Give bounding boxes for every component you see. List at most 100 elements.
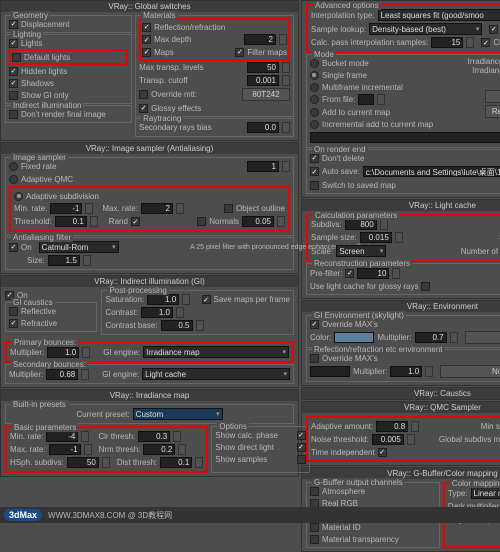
spinner[interactable] bbox=[392, 268, 400, 279]
spinner[interactable] bbox=[466, 37, 474, 48]
aafilter-select[interactable]: Catmull-Rom bbox=[39, 241, 119, 253]
aasize-num[interactable]: 1.5 bbox=[48, 255, 80, 266]
spinner[interactable] bbox=[282, 161, 290, 172]
objoutline-cb[interactable] bbox=[224, 204, 233, 213]
dontdel-cb[interactable] bbox=[310, 154, 319, 163]
spinner[interactable] bbox=[176, 307, 184, 318]
preset-select[interactable]: Custom bbox=[133, 408, 223, 420]
spinner[interactable] bbox=[81, 369, 89, 380]
maxtransp-num[interactable]: 50 bbox=[247, 62, 279, 73]
irr-dt[interactable]: 0.1 bbox=[160, 457, 192, 468]
secondary-gi-select[interactable]: Light cache bbox=[142, 368, 290, 380]
autosave-cb[interactable] bbox=[310, 167, 319, 176]
maps-cb[interactable] bbox=[142, 48, 151, 57]
con-num[interactable]: 1.0 bbox=[141, 307, 173, 318]
interp-select[interactable]: Least squares fit (good/smoo bbox=[378, 9, 500, 21]
maxdepth-cb[interactable] bbox=[142, 35, 151, 44]
spinner[interactable] bbox=[82, 347, 90, 358]
spinner[interactable] bbox=[196, 320, 204, 331]
spinner[interactable] bbox=[83, 255, 91, 266]
ovmax2-cb[interactable] bbox=[310, 354, 319, 363]
fixed-radio[interactable] bbox=[9, 162, 18, 171]
atm-cb[interactable] bbox=[310, 487, 319, 496]
smult-num[interactable]: 0.68 bbox=[46, 369, 78, 380]
env-mult2[interactable]: 1.0 bbox=[390, 366, 422, 377]
mid-cb[interactable] bbox=[310, 523, 319, 532]
scale-select[interactable]: Screen bbox=[336, 245, 386, 257]
multi-radio[interactable] bbox=[310, 83, 319, 92]
default-lights-cb[interactable] bbox=[12, 53, 21, 62]
minrate-num[interactable]: -1 bbox=[50, 203, 82, 214]
spinner[interactable] bbox=[282, 75, 290, 86]
spinner[interactable] bbox=[407, 434, 415, 445]
spinner[interactable] bbox=[102, 457, 110, 468]
spinner[interactable] bbox=[81, 431, 89, 442]
file-input[interactable] bbox=[310, 132, 500, 143]
fromfile-radio[interactable] bbox=[310, 95, 319, 104]
reflrefr-cb[interactable] bbox=[142, 23, 151, 32]
reflective-cb[interactable] bbox=[9, 307, 18, 316]
filtmaps-cb[interactable] bbox=[235, 48, 244, 57]
spinner[interactable] bbox=[277, 216, 285, 227]
lc-pf[interactable]: 10 bbox=[357, 268, 389, 279]
checksamp-cb[interactable] bbox=[481, 38, 490, 47]
cb-num[interactable]: 0.5 bbox=[161, 320, 193, 331]
mt-cb[interactable] bbox=[310, 535, 319, 544]
spinner[interactable] bbox=[282, 62, 290, 73]
lc-sub[interactable]: 800 bbox=[345, 219, 377, 230]
lights-cb[interactable] bbox=[9, 39, 18, 48]
incadd-radio[interactable] bbox=[310, 120, 319, 129]
glossy-cb[interactable] bbox=[139, 104, 148, 113]
cps-num[interactable]: 15 bbox=[431, 37, 463, 48]
savemaps-cb[interactable] bbox=[202, 295, 211, 304]
spinner[interactable] bbox=[395, 232, 403, 243]
hidden-lights-cb[interactable] bbox=[9, 67, 18, 76]
tc-num[interactable]: 0.001 bbox=[247, 75, 279, 86]
spinner[interactable] bbox=[176, 203, 184, 214]
maxdepth-num[interactable]: 2 bbox=[244, 34, 276, 45]
spinner[interactable] bbox=[173, 431, 181, 442]
spinner[interactable] bbox=[182, 294, 190, 305]
maxrate-num[interactable]: 2 bbox=[141, 203, 173, 214]
spinner[interactable] bbox=[282, 122, 290, 133]
lc-ss[interactable]: 0.015 bbox=[360, 232, 392, 243]
secbias-num[interactable]: 0.0 bbox=[247, 122, 279, 133]
dontrender-cb[interactable] bbox=[9, 110, 18, 119]
lookup-select[interactable]: Density-based (best) bbox=[369, 23, 482, 35]
cmtype-select[interactable]: Linear multiply bbox=[471, 487, 500, 499]
reset-btn[interactable]: Reset irradiance map bbox=[485, 105, 500, 118]
timeind-cb[interactable] bbox=[378, 448, 387, 457]
irr-maxr[interactable]: -1 bbox=[49, 444, 81, 455]
useglossy-cb[interactable] bbox=[421, 282, 430, 291]
single-radio[interactable] bbox=[310, 71, 319, 80]
displacement-cb[interactable] bbox=[9, 20, 18, 29]
ovmax-cb[interactable] bbox=[310, 320, 319, 329]
spinner[interactable] bbox=[85, 203, 93, 214]
aafilter-cb[interactable] bbox=[9, 243, 18, 252]
prefilt-cb[interactable] bbox=[345, 269, 354, 278]
color-swatch[interactable] bbox=[334, 332, 374, 343]
thresh-num[interactable]: 0.1 bbox=[55, 216, 87, 227]
rand-cb[interactable] bbox=[131, 217, 140, 226]
spinner[interactable] bbox=[279, 34, 287, 45]
irr-ct[interactable]: 0.3 bbox=[138, 431, 170, 442]
env-mult[interactable]: 0.7 bbox=[415, 332, 447, 343]
adapqmc-radio[interactable] bbox=[9, 175, 18, 184]
override-btn[interactable]: 80T242 bbox=[242, 88, 290, 101]
irr-hs[interactable]: 50 bbox=[67, 457, 99, 468]
irr-nt[interactable]: 0.2 bbox=[143, 444, 175, 455]
spinner[interactable] bbox=[380, 219, 388, 230]
ff-num[interactable] bbox=[358, 94, 374, 105]
addmap-radio[interactable] bbox=[310, 108, 319, 117]
switch-cb[interactable] bbox=[310, 181, 319, 190]
qmc-nt[interactable]: 0.005 bbox=[372, 434, 404, 445]
irr-minr[interactable]: -4 bbox=[46, 431, 78, 442]
showcalc-cb[interactable] bbox=[297, 431, 306, 440]
spinner[interactable] bbox=[377, 94, 385, 105]
normals-cb[interactable] bbox=[197, 217, 206, 226]
none2-btn[interactable]: None bbox=[440, 365, 500, 378]
shadows-cb[interactable] bbox=[9, 79, 18, 88]
none-btn[interactable]: None bbox=[465, 331, 500, 344]
fixed-num[interactable]: 1 bbox=[247, 161, 279, 172]
spinner[interactable] bbox=[195, 457, 203, 468]
